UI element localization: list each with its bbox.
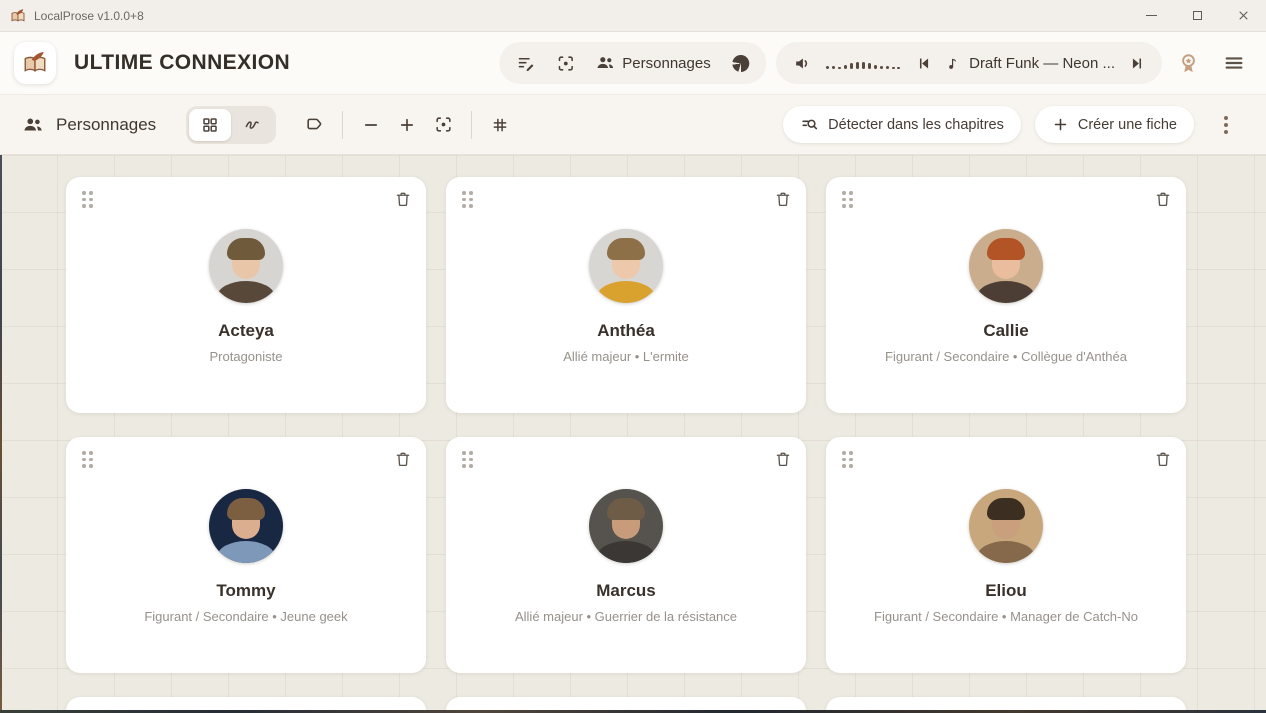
header: ULTIME CONNEXION	[0, 32, 1266, 95]
maximize-button[interactable]	[1174, 0, 1220, 31]
project-title: ULTIME CONNEXION	[74, 51, 290, 75]
character-name: Marcus	[596, 581, 656, 601]
minimize-button[interactable]	[1128, 0, 1174, 31]
delete-button[interactable]	[772, 188, 794, 210]
character-role: Allié majeur • L'ermite	[563, 349, 689, 364]
divider	[471, 111, 472, 139]
tab-personnages[interactable]: Personnages	[587, 46, 718, 80]
tags-button[interactable]	[296, 107, 332, 143]
kebab-icon	[1224, 116, 1228, 134]
title-bar: LocalProse v1.0.0+8	[0, 0, 1266, 32]
track-title[interactable]: Draft Funk — Neon ...	[969, 55, 1115, 72]
volume-button[interactable]	[788, 49, 816, 77]
character-name: Anthéa	[597, 321, 655, 341]
search-list-icon	[800, 115, 819, 134]
drag-handle-icon[interactable]	[80, 189, 95, 210]
plus-icon	[1052, 116, 1069, 133]
detect-in-chapters-button[interactable]: Détecter dans les chapitres	[783, 106, 1021, 143]
character-name: Callie	[983, 321, 1028, 341]
stats-button[interactable]	[723, 46, 759, 80]
character-role: Figurant / Secondaire • Collègue d'Anthé…	[885, 349, 1127, 364]
achievements-button[interactable]	[1168, 43, 1208, 83]
avatar	[589, 489, 663, 563]
create-button-label: Créer une fiche	[1078, 117, 1177, 133]
delete-button[interactable]	[1152, 188, 1174, 210]
tag-icon	[305, 115, 324, 134]
character-name: Eliou	[985, 581, 1027, 601]
character-card[interactable]: Anthéa Allié majeur • L'ermite	[446, 177, 806, 413]
fit-view-button[interactable]	[425, 107, 461, 143]
zoom-in-button[interactable]	[389, 107, 425, 143]
character-card[interactable]: Eliou Figurant / Secondaire • Manager de…	[826, 437, 1186, 673]
drag-handle-icon[interactable]	[460, 189, 475, 210]
character-role: Allié majeur • Guerrier de la résistance	[515, 609, 737, 624]
canvas-view-button[interactable]	[231, 109, 273, 141]
plus-icon	[398, 116, 416, 134]
app-icon	[10, 8, 26, 24]
delete-button[interactable]	[392, 448, 414, 470]
tab-personnages-label: Personnages	[622, 55, 710, 72]
section-toolbar: Personnages	[0, 95, 1266, 155]
characters-canvas: Acteya Protagoniste Anthéa Allié majeur …	[0, 155, 1266, 713]
focus-mode-button[interactable]	[547, 46, 583, 80]
music-note-icon	[945, 56, 960, 71]
view-switcher	[186, 106, 276, 144]
character-role: Figurant / Secondaire • Jeune geek	[144, 609, 347, 624]
character-card[interactable]: Acteya Protagoniste	[66, 177, 426, 413]
close-button[interactable]	[1220, 0, 1266, 31]
app-logo[interactable]	[14, 42, 56, 84]
people-icon	[595, 53, 615, 73]
compose-icon	[516, 54, 535, 73]
drag-handle-icon[interactable]	[840, 189, 855, 210]
grid-view-button[interactable]	[189, 109, 231, 141]
detect-button-label: Détecter dans les chapitres	[828, 117, 1004, 133]
next-track-button[interactable]	[1124, 50, 1150, 76]
avatar	[969, 489, 1043, 563]
background-art-edge	[0, 155, 2, 713]
avatar	[589, 229, 663, 303]
character-name: Acteya	[218, 321, 274, 341]
focus-icon	[434, 115, 453, 134]
snap-grid-icon	[491, 116, 509, 134]
compose-button[interactable]	[507, 46, 543, 80]
drag-handle-icon[interactable]	[840, 449, 855, 470]
character-card[interactable]: Callie Figurant / Secondaire • Collègue …	[826, 177, 1186, 413]
character-card[interactable]: Tommy Figurant / Secondaire • Jeune geek	[66, 437, 426, 673]
avatar	[209, 489, 283, 563]
music-player: Draft Funk — Neon ...	[776, 42, 1162, 84]
character-name: Tommy	[216, 581, 275, 601]
grid-icon	[201, 116, 219, 134]
people-icon	[22, 114, 44, 136]
delete-button[interactable]	[392, 188, 414, 210]
window-title: LocalProse v1.0.0+8	[34, 9, 144, 23]
cards-grid: Acteya Protagoniste Anthéa Allié majeur …	[66, 155, 1206, 713]
create-card-button[interactable]: Créer une fiche	[1035, 106, 1194, 143]
menu-button[interactable]	[1214, 43, 1254, 83]
character-role: Figurant / Secondaire • Manager de Catch…	[874, 609, 1138, 624]
hamburger-icon	[1223, 52, 1245, 74]
avatar	[209, 229, 283, 303]
more-options-button[interactable]	[1208, 107, 1244, 143]
scribble-icon	[243, 116, 261, 134]
main-nav: Personnages	[499, 42, 766, 84]
drag-handle-icon[interactable]	[80, 449, 95, 470]
character-card[interactable]: Marcus Allié majeur • Guerrier de la rés…	[446, 437, 806, 673]
zoom-out-button[interactable]	[353, 107, 389, 143]
pie-chart-icon	[732, 55, 749, 72]
avatar	[969, 229, 1043, 303]
delete-button[interactable]	[772, 448, 794, 470]
drag-handle-icon[interactable]	[460, 449, 475, 470]
section-title: Personnages	[56, 115, 156, 135]
minus-icon	[362, 116, 380, 134]
divider	[342, 111, 343, 139]
focus-icon	[556, 54, 575, 73]
snap-grid-button[interactable]	[482, 107, 518, 143]
delete-button[interactable]	[1152, 448, 1174, 470]
previous-track-button[interactable]	[910, 50, 936, 76]
character-role: Protagoniste	[210, 349, 283, 364]
award-icon	[1177, 52, 1200, 75]
equalizer-visualization	[825, 56, 901, 70]
